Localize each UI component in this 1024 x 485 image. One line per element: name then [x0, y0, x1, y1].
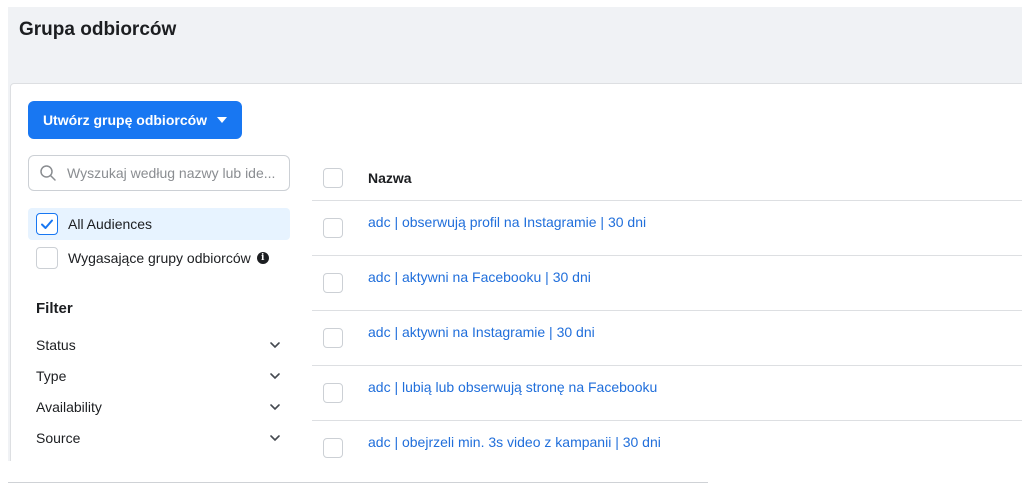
page-frame: Grupa odbiorców Utwórz grupę odbiorców A… [8, 7, 1022, 461]
expiring-audiences-label: Wygasające grupy odbiorców [68, 250, 251, 266]
chevron-down-icon [270, 435, 280, 442]
audience-name-link[interactable]: adc | aktywni na Facebooku | 30 dni [368, 269, 591, 285]
audience-name-link[interactable]: adc | obejrzeli min. 3s video z kampanii… [368, 434, 661, 450]
select-all-checkbox[interactable] [323, 168, 343, 188]
filter-source-label: Source [36, 430, 81, 446]
chevron-down-icon [270, 373, 280, 380]
filter-type-label: Type [36, 368, 67, 384]
info-icon[interactable]: i [256, 252, 269, 264]
row-checkbox[interactable] [323, 383, 343, 403]
row-checkbox[interactable] [323, 218, 343, 238]
caret-down-icon [217, 117, 228, 123]
filter-title: Filter [36, 300, 73, 317]
divider [8, 482, 708, 483]
audience-name-link[interactable]: adc | lubią lub obserwują stronę na Face… [368, 379, 657, 395]
search-box [28, 155, 290, 191]
chevron-down-icon [270, 404, 280, 411]
table-row: adc | aktywni na Instagramie | 30 dni [312, 311, 1022, 366]
column-header-name[interactable]: Nazwa [368, 170, 412, 186]
filter-availability-label: Availability [36, 399, 102, 415]
audience-name-link[interactable]: adc | aktywni na Instagramie | 30 dni [368, 324, 595, 340]
filter-type[interactable]: Type [36, 365, 282, 387]
expiring-audiences-checkbox[interactable] [36, 247, 58, 269]
audience-filter-all[interactable]: All Audiences [28, 208, 290, 240]
search-input[interactable] [65, 164, 289, 182]
filter-availability[interactable]: Availability [36, 396, 282, 418]
table-row: adc | obejrzeli min. 3s video z kampanii… [312, 421, 1022, 461]
create-audience-label: Utwórz grupę odbiorców [42, 112, 208, 128]
audience-name-link[interactable]: adc | obserwują profil na Instagramie | … [368, 214, 646, 230]
filter-source[interactable]: Source [36, 427, 282, 449]
row-checkbox[interactable] [323, 438, 343, 458]
main-panel: Utwórz grupę odbiorców All Audiences Wyg… [10, 83, 1022, 461]
create-audience-button[interactable]: Utwórz grupę odbiorców [28, 101, 242, 139]
table-row: adc | lubią lub obserwują stronę na Face… [312, 366, 1022, 421]
row-checkbox[interactable] [323, 328, 343, 348]
page-title: Grupa odbiorców [19, 19, 177, 40]
filter-status[interactable]: Status [36, 334, 282, 356]
audience-filter-expiring[interactable]: Wygasające grupy odbiorców i [28, 242, 290, 274]
search-icon [40, 165, 56, 181]
chevron-down-icon [270, 342, 280, 349]
table-header: Nazwa [312, 156, 1022, 201]
checkmark-icon [41, 219, 53, 229]
all-audiences-checkbox[interactable] [36, 213, 58, 235]
table-row: adc | aktywni na Facebooku | 30 dni [312, 256, 1022, 311]
filter-status-label: Status [36, 337, 76, 353]
all-audiences-label: All Audiences [68, 216, 153, 232]
row-checkbox[interactable] [323, 273, 343, 293]
table-row: adc | obserwują profil na Instagramie | … [312, 201, 1022, 256]
